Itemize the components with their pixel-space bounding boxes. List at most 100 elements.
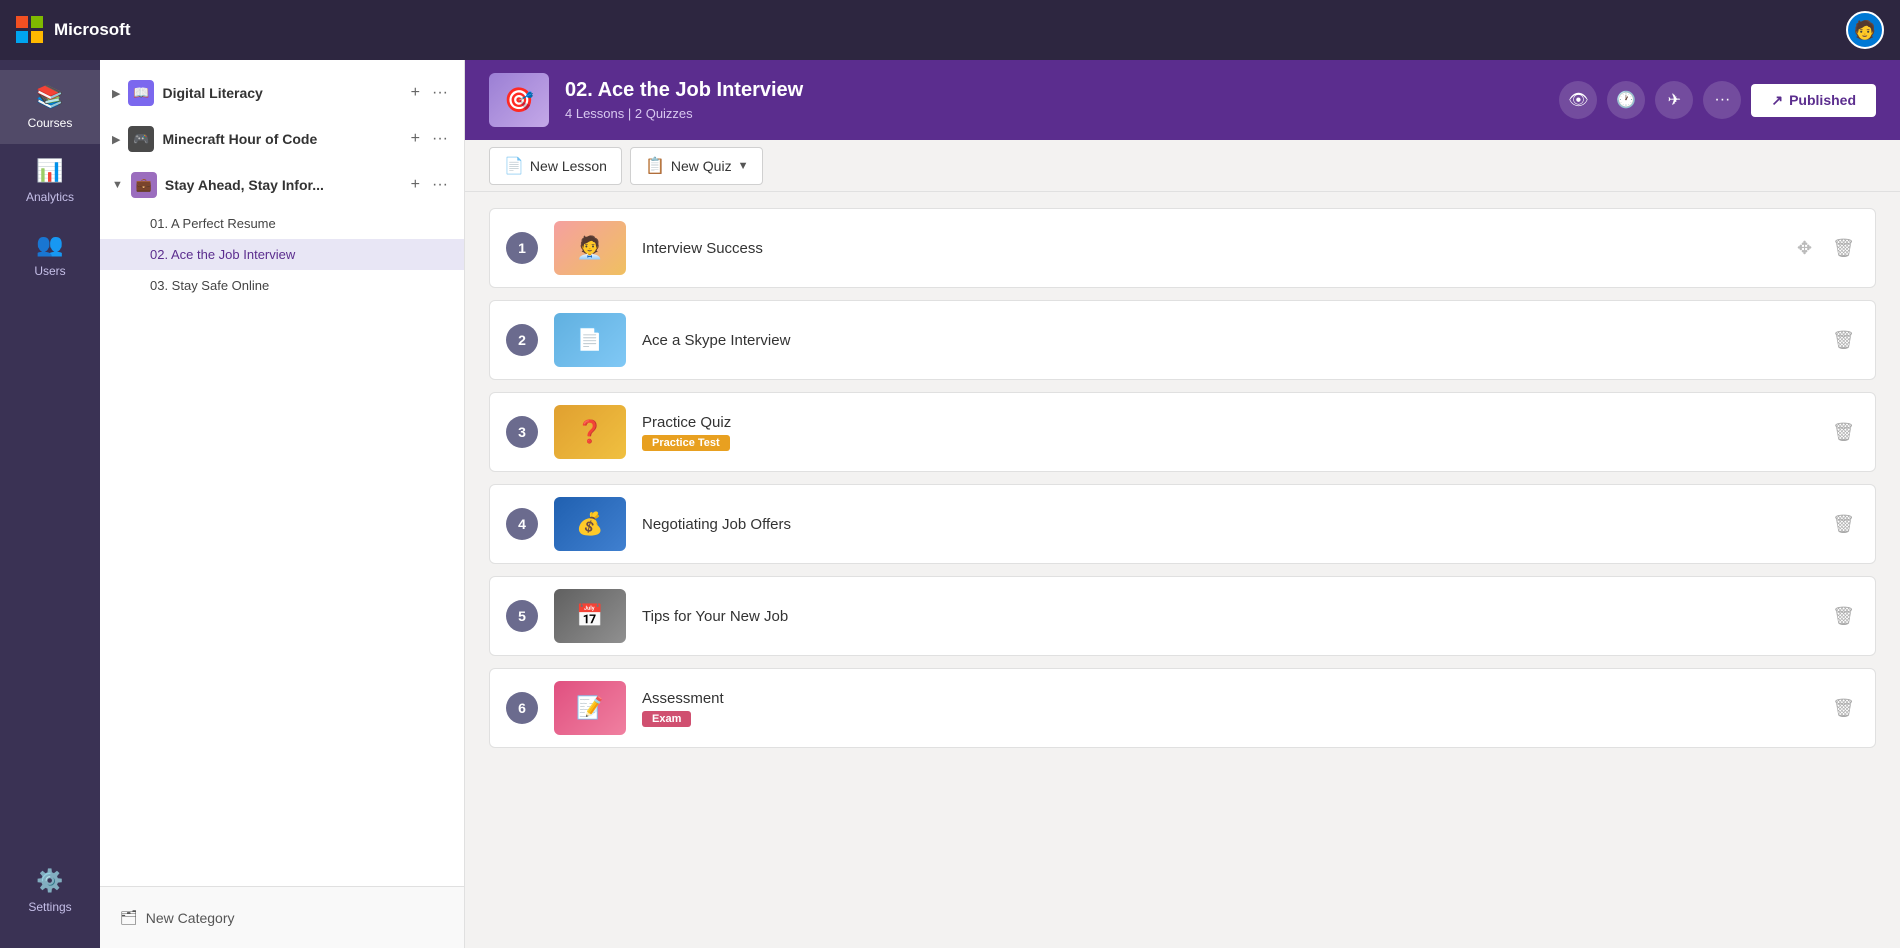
item-title-3: Practice Quiz (642, 414, 1812, 431)
item-info-2: Ace a Skype Interview (642, 332, 1812, 349)
publish-arrow-icon: ↗ (1771, 92, 1783, 109)
item-number-6: 6 (506, 692, 538, 724)
course-item-stay-ahead[interactable]: ▼ 💼 Stay Ahead, Stay Infor... + ··· (100, 162, 464, 208)
item-thumb-6: 📝 (554, 681, 626, 735)
schedule-button[interactable]: 🕐 (1607, 81, 1645, 119)
item-info-4: Negotiating Job Offers (642, 516, 1812, 533)
content-item-6[interactable]: 6 📝 Assessment Exam 🗑 (489, 668, 1876, 748)
course-icon-minecraft: 🎮 (128, 126, 154, 152)
settings-icon: ⚙️ (36, 868, 63, 894)
course-name-minecraft: Minecraft Hour of Code (162, 131, 398, 147)
course-actions-minecraft: + ··· (407, 128, 452, 150)
practice-test-badge: Practice Test (642, 435, 730, 451)
delete-item-6[interactable]: 🗑 (1828, 694, 1859, 723)
lesson-02-label: 02. Ace the Job Interview (150, 247, 295, 262)
delete-item-2[interactable]: 🗑 (1828, 326, 1859, 355)
content-toolbar: 📄 New Lesson 📋 New Quiz ▼ (465, 140, 1900, 192)
quiz-dropdown-arrow: ▼ (738, 160, 749, 172)
more-stay-ahead-btn[interactable]: ··· (428, 174, 452, 196)
delete-item-3[interactable]: 🗑 (1828, 418, 1859, 447)
sidebar-item-analytics[interactable]: 📊 Analytics (0, 144, 100, 218)
sidebar-item-settings[interactable]: ⚙️ Settings (0, 854, 100, 928)
course-header-info: 02. Ace the Job Interview 4 Lessons | 2 … (565, 79, 1543, 121)
more-icon: ··· (1714, 91, 1730, 109)
course-meta: 4 Lessons | 2 Quizzes (565, 106, 1543, 121)
course-item-minecraft[interactable]: ▶ 🎮 Minecraft Hour of Code + ··· (100, 116, 464, 162)
more-course-btn[interactable]: ··· (428, 82, 452, 104)
more-options-button[interactable]: ··· (1703, 81, 1741, 119)
new-lesson-icon: 📄 (504, 156, 524, 176)
user-avatar[interactable]: 🧑 (1846, 11, 1884, 49)
content-area: 🎯 02. Ace the Job Interview 4 Lessons | … (465, 60, 1900, 948)
users-icon: 👥 (36, 232, 63, 258)
topbar-right: 🧑 (1846, 11, 1884, 49)
new-category-label: New Category (146, 910, 235, 926)
delete-item-1[interactable]: 🗑 (1828, 234, 1859, 263)
content-item-5[interactable]: 5 📅 Tips for Your New Job 🗑 (489, 576, 1876, 656)
share-icon: ✈ (1668, 90, 1681, 110)
item-number-1: 1 (506, 232, 538, 264)
chevron-right-icon-2: ▶ (112, 133, 120, 146)
course-thumbnail: 🎯 (489, 73, 549, 127)
publish-button[interactable]: ↗ Published (1751, 84, 1876, 117)
new-quiz-button[interactable]: 📋 New Quiz ▼ (630, 147, 764, 185)
lesson-01-label: 01. A Perfect Resume (150, 216, 276, 231)
new-quiz-label: New Quiz (671, 158, 732, 174)
courses-icon: 📚 (36, 84, 63, 110)
lesson-item-03[interactable]: 03. Stay Safe Online (100, 270, 464, 301)
item-thumb-2: 📄 (554, 313, 626, 367)
share-button[interactable]: ✈ (1655, 81, 1693, 119)
item-title-2: Ace a Skype Interview (642, 332, 1812, 349)
new-category-button[interactable]: 🗂 New Category (120, 903, 444, 932)
more-minecraft-btn[interactable]: ··· (428, 128, 452, 150)
chevron-right-icon: ▶ (112, 87, 120, 100)
topbar: Microsoft 🧑 (0, 0, 1900, 60)
new-category-icon: 🗂 (120, 909, 138, 926)
course-icon-stay-ahead: 💼 (131, 172, 157, 198)
item-title-4: Negotiating Job Offers (642, 516, 1812, 533)
sidebar-item-users[interactable]: 👥 Users (0, 218, 100, 292)
item-thumb-1: 🧑‍💼 (554, 221, 626, 275)
course-list: ▶ 📖 Digital Literacy + ··· ▶ 🎮 Minecraft… (100, 60, 464, 886)
clock-icon: 🕐 (1616, 90, 1636, 110)
content-item-2[interactable]: 2 📄 Ace a Skype Interview 🗑 (489, 300, 1876, 380)
course-item-digital-literacy[interactable]: ▶ 📖 Digital Literacy + ··· (100, 70, 464, 116)
lesson-item-01[interactable]: 01. A Perfect Resume (100, 208, 464, 239)
new-lesson-button[interactable]: 📄 New Lesson (489, 147, 622, 185)
course-actions-stay-ahead: + ··· (407, 174, 452, 196)
publish-label: Published (1789, 92, 1856, 108)
new-lesson-label: New Lesson (530, 158, 607, 174)
settings-label: Settings (28, 900, 71, 914)
lesson-03-label: 03. Stay Safe Online (150, 278, 269, 293)
preview-button[interactable]: 👁 (1559, 81, 1597, 119)
sidebar-item-courses[interactable]: 📚 Courses (0, 70, 100, 144)
drag-handle-1[interactable]: ✥ (1797, 238, 1812, 259)
delete-item-4[interactable]: 🗑 (1828, 510, 1859, 539)
item-thumb-3: ❓ (554, 405, 626, 459)
analytics-icon: 📊 (36, 158, 63, 184)
microsoft-logo (16, 16, 44, 44)
item-title-6: Assessment (642, 690, 1812, 707)
course-sidebar: ▶ 📖 Digital Literacy + ··· ▶ 🎮 Minecraft… (100, 60, 465, 948)
course-title: 02. Ace the Job Interview (565, 79, 1543, 102)
item-number-3: 3 (506, 416, 538, 448)
add-stay-ahead-btn[interactable]: + (407, 174, 424, 196)
item-number-2: 2 (506, 324, 538, 356)
delete-item-5[interactable]: 🗑 (1828, 602, 1859, 631)
analytics-label: Analytics (26, 190, 74, 204)
add-minecraft-btn[interactable]: + (407, 128, 424, 150)
course-actions-digital-literacy: + ··· (407, 82, 452, 104)
course-thumb-inner: 🎯 (489, 73, 549, 127)
item-info-1: Interview Success (642, 240, 1781, 257)
item-title-5: Tips for Your New Job (642, 608, 1812, 625)
content-item-3[interactable]: 3 ❓ Practice Quiz Practice Test 🗑 (489, 392, 1876, 472)
content-item-4[interactable]: 4 💰 Negotiating Job Offers 🗑 (489, 484, 1876, 564)
add-course-btn[interactable]: + (407, 82, 424, 104)
new-quiz-icon: 📋 (645, 156, 665, 176)
exam-badge: Exam (642, 711, 691, 727)
topbar-left: Microsoft (16, 16, 131, 44)
lesson-item-02[interactable]: 02. Ace the Job Interview (100, 239, 464, 270)
course-header-actions: 👁 🕐 ✈ ··· ↗ Published (1559, 81, 1876, 119)
content-item-1[interactable]: 1 🧑‍💼 Interview Success ✥ 🗑 (489, 208, 1876, 288)
courses-label: Courses (28, 116, 73, 130)
